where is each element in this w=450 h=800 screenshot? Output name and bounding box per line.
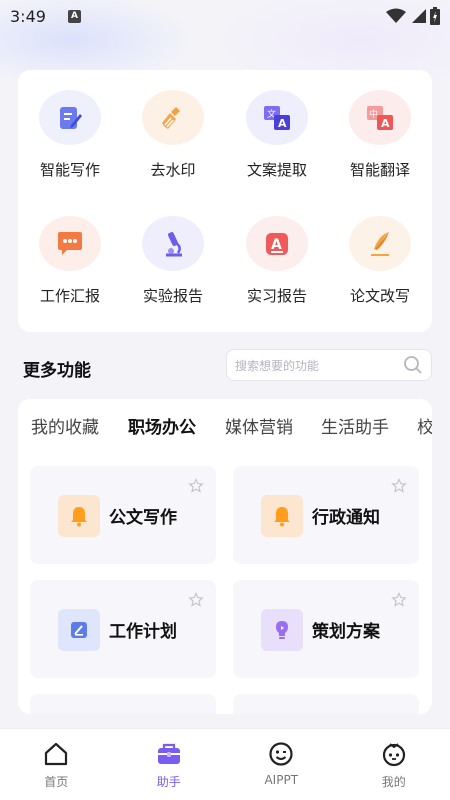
- category-tabs: 我的收藏 职场办公 媒体营销 生活助手 校: [18, 413, 432, 443]
- broom-icon: [142, 90, 204, 145]
- search-placeholder: 搜索想要的功能: [235, 358, 320, 373]
- function-item-planning-scheme[interactable]: 策划方案: [233, 580, 419, 678]
- signal-icon: [412, 9, 426, 23]
- svg-text:A: A: [381, 117, 390, 130]
- tool-label: 智能写作: [39, 161, 100, 179]
- nav-home[interactable]: 首页: [0, 729, 113, 800]
- microscope-icon: [142, 216, 204, 271]
- function-item-official-writing[interactable]: 公文写作: [30, 466, 216, 564]
- nav-profile[interactable]: 我的: [338, 729, 450, 800]
- tool-label: 智能翻译: [349, 161, 410, 179]
- tool-text-extract[interactable]: 文A 文案提取: [225, 70, 329, 180]
- tool-smart-translate[interactable]: 中A 智能翻译: [328, 70, 432, 180]
- tool-label: 文案提取: [246, 161, 307, 179]
- tool-work-report[interactable]: 工作汇报: [18, 196, 122, 306]
- search-input[interactable]: 搜索想要的功能: [226, 349, 432, 381]
- tools-card: 智能写作 去水印 文A 文案提取 中A 智能翻译 工作汇报 实验报告 A 实习报…: [18, 70, 432, 332]
- translate-text-icon: 文A: [246, 90, 308, 145]
- battery-icon: [430, 7, 440, 25]
- tool-smart-writing[interactable]: 智能写作: [18, 70, 122, 180]
- bell-icon: [261, 495, 303, 537]
- star-icon[interactable]: [391, 592, 407, 608]
- function-item-work-plan[interactable]: 工作计划: [30, 580, 216, 678]
- status-bar: 3:49 A: [0, 0, 450, 32]
- tab-favorites[interactable]: 我的收藏: [31, 413, 99, 438]
- nav-label: 助手: [156, 775, 181, 789]
- function-label: 行政通知: [312, 508, 380, 528]
- status-indicator-icon: A: [67, 9, 81, 23]
- profile-face-icon: [382, 743, 405, 767]
- functions-card: 我的收藏 职场办公 媒体营销 生活助手 校 公文写作 行政通知 工作计划 策划方…: [18, 399, 432, 714]
- function-item-admin-notice[interactable]: 行政通知: [233, 466, 419, 564]
- nav-label: 首页: [44, 775, 69, 789]
- nav-assistant[interactable]: 助手: [113, 729, 226, 800]
- svg-text:A: A: [271, 237, 282, 253]
- letter-a-icon: A: [246, 216, 308, 271]
- tool-lab-report[interactable]: 实验报告: [121, 196, 225, 306]
- plan-icon: [58, 609, 100, 651]
- tab-campus[interactable]: 校: [417, 413, 432, 438]
- tool-internship-report[interactable]: A 实习报告: [225, 196, 329, 306]
- toolbox-icon: [157, 743, 180, 764]
- tool-paper-rewrite[interactable]: 论文改写: [328, 196, 432, 306]
- tool-label: 实习报告: [246, 287, 307, 305]
- star-icon[interactable]: [391, 478, 407, 494]
- bottom-nav: 首页 助手 AIPPT 我的: [0, 728, 450, 800]
- search-icon[interactable]: [403, 355, 423, 375]
- tab-office[interactable]: 职场办公: [128, 413, 196, 438]
- tool-label: 论文改写: [349, 287, 410, 305]
- translate-icon: 中A: [349, 90, 411, 145]
- lightbulb-icon: [261, 609, 303, 651]
- bell-icon: [58, 495, 100, 537]
- pen-note-icon: [39, 90, 101, 145]
- nav-aippt[interactable]: AIPPT: [225, 729, 338, 800]
- tool-label: 去水印: [150, 161, 196, 179]
- function-item-partial[interactable]: [233, 694, 419, 714]
- smile-icon: [269, 742, 293, 766]
- wifi-icon: [386, 8, 406, 23]
- nav-label: AIPPT: [264, 773, 299, 787]
- more-functions-title: 更多功能: [23, 361, 91, 381]
- quill-icon: [349, 216, 411, 271]
- tool-label: 实验报告: [142, 287, 203, 305]
- nav-label: 我的: [381, 775, 406, 789]
- svg-text:A: A: [278, 117, 287, 130]
- status-time: 3:49: [10, 6, 46, 26]
- chat-bubble-icon: [39, 216, 101, 271]
- home-icon: [45, 742, 68, 766]
- star-icon[interactable]: [188, 478, 204, 494]
- tool-label: 工作汇报: [39, 287, 100, 305]
- function-label: 工作计划: [109, 622, 177, 642]
- tab-media-marketing[interactable]: 媒体营销: [225, 413, 293, 438]
- tab-life-assistant[interactable]: 生活助手: [321, 413, 389, 438]
- star-icon[interactable]: [188, 592, 204, 608]
- function-label: 策划方案: [312, 622, 380, 642]
- function-label: 公文写作: [109, 508, 177, 528]
- function-item-partial[interactable]: [30, 694, 216, 714]
- svg-text:中: 中: [369, 108, 378, 120]
- tool-remove-watermark[interactable]: 去水印: [121, 70, 225, 180]
